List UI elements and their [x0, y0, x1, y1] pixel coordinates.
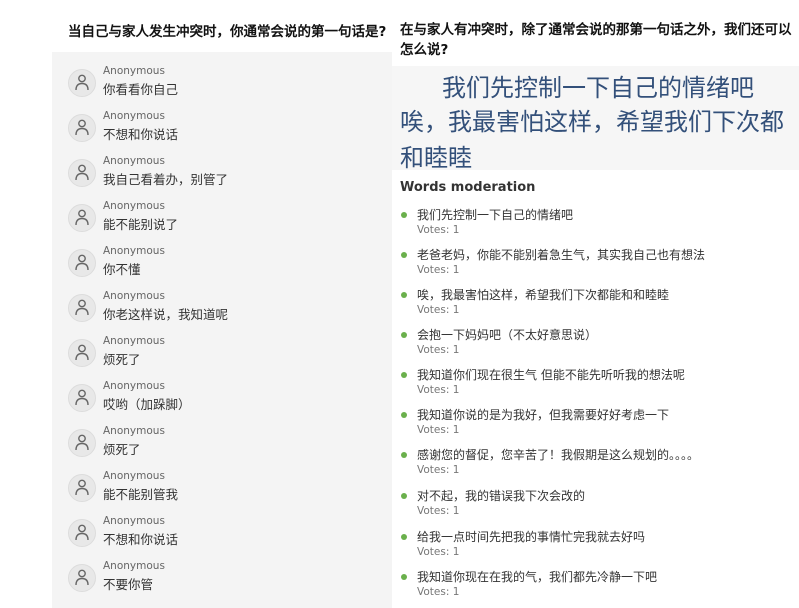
moderation-item[interactable]: 我知道你们现在很生气 但能不能先听听我的想法呢 Votes: 1: [400, 366, 795, 404]
response-author: Anonymous: [103, 425, 165, 437]
bullet-dot-icon: [401, 332, 407, 338]
user-icon: [68, 564, 96, 592]
response-author: Anonymous: [103, 155, 165, 167]
response-author: Anonymous: [103, 290, 165, 302]
moderation-text: 感谢您的督促，您辛苦了！我假期是这么规划的。。。。: [417, 448, 700, 462]
section-heading: Words moderation: [400, 180, 536, 195]
user-icon: [68, 159, 96, 187]
response-text: 能不能别说了: [103, 217, 179, 232]
response-author: Anonymous: [103, 245, 165, 257]
user-icon: [68, 429, 96, 457]
moderation-item[interactable]: 老爸老妈，你能不能别着急生气，其实我自己也有想法 Votes: 1: [400, 246, 795, 284]
response-author: Anonymous: [103, 65, 165, 77]
response-text: 烦死了: [103, 442, 141, 457]
moderation-text: 唉，我最害怕这样，希望我们下次都能和和睦睦: [417, 288, 670, 302]
moderation-text: 我知道你说的是为我好，但我需要好好考虑一下: [417, 408, 670, 422]
bullet-dot-icon: [401, 372, 407, 378]
word-cloud-phrase: 我们先控制一下自己的情绪吧: [442, 74, 754, 102]
vote-count: Votes: 1: [417, 264, 460, 276]
user-icon: [68, 114, 96, 142]
moderation-item[interactable]: 我知道你现在在我的气，我们都先冷静一下吧 Votes: 1: [400, 568, 795, 606]
response-list[interactable]: Anonymous 你看看你自己 Anonymous 不想和你说话 Anonym…: [52, 52, 392, 608]
response-text: 你老这样说，我知道呢: [103, 307, 229, 322]
moderation-text: 会抱一下妈妈吧（不太好意思说）: [417, 328, 598, 342]
vote-count: Votes: 1: [417, 505, 460, 517]
response-author: Anonymous: [103, 110, 165, 122]
moderation-item[interactable]: 会抱一下妈妈吧（不太好意思说） Votes: 1: [400, 326, 795, 364]
bullet-dot-icon: [401, 212, 407, 218]
moderation-text: 对不起，我的错误我下次会改的: [417, 489, 586, 503]
moderation-text: 给我一点时间先把我的事情忙完我就去好吗: [417, 530, 646, 544]
bullet-dot-icon: [401, 452, 407, 458]
response-author: Anonymous: [103, 200, 165, 212]
moderation-item[interactable]: 唉，我最害怕这样，希望我们下次都能和和睦睦 Votes: 1: [400, 286, 795, 324]
vote-count: Votes: 1: [417, 304, 460, 316]
response-text: 能不能别管我: [103, 487, 179, 502]
user-icon: [68, 69, 96, 97]
vote-count: Votes: 1: [417, 546, 460, 558]
bullet-dot-icon: [401, 252, 407, 258]
moderation-item[interactable]: 我们先控制一下自己的情绪吧 Votes: 1: [400, 206, 795, 244]
response-text: 哎哟（加跺脚）: [103, 397, 191, 412]
response-author: Anonymous: [103, 380, 165, 392]
bullet-dot-icon: [401, 574, 407, 580]
moderation-item[interactable]: 给我一点时间先把我的事情忙完我就去好吗 Votes: 1: [400, 528, 795, 566]
word-cloud-phrase: 和睦睦: [400, 144, 472, 172]
right-panel: 在与家人有冲突时，除了通常会说的那第一句话之外，我们还可以怎么说? 我们先控制一…: [392, 0, 799, 608]
response-author: Anonymous: [103, 470, 165, 482]
moderation-text: 我们先控制一下自己的情绪吧: [417, 208, 574, 222]
user-icon: [68, 339, 96, 367]
moderation-item[interactable]: 对不起，我的错误我下次会改的 Votes: 1: [400, 487, 795, 525]
response-text: 不想和你说话: [103, 532, 179, 547]
bullet-dot-icon: [401, 493, 407, 499]
vote-count: Votes: 1: [417, 424, 460, 436]
bullet-dot-icon: [401, 534, 407, 540]
vote-count: Votes: 1: [417, 224, 460, 236]
vote-count: Votes: 1: [417, 464, 460, 476]
question-title-right: 在与家人有冲突时，除了通常会说的那第一句话之外，我们还可以怎么说?: [400, 22, 792, 58]
vote-count: Votes: 1: [417, 586, 460, 598]
response-author: Anonymous: [103, 560, 165, 572]
response-text: 烦死了: [103, 352, 141, 367]
vote-count: Votes: 1: [417, 384, 460, 396]
moderation-text: 老爸老妈，你能不能别着急生气，其实我自己也有想法: [417, 248, 706, 262]
moderation-text: 我知道你们现在很生气 但能不能先听听我的想法呢: [417, 368, 685, 382]
user-icon: [68, 384, 96, 412]
vote-count: Votes: 1: [417, 344, 460, 356]
question-title-left: 当自己与家人发生冲突时，你通常会说的第一句话是?: [68, 24, 387, 40]
word-cloud: 我们先控制一下自己的情绪吧 唉，我最害怕这样，希望我们下次都 和睦睦: [392, 66, 799, 172]
response-text: 不要你管: [103, 577, 154, 592]
bullet-dot-icon: [401, 292, 407, 298]
response-text: 不想和你说话: [103, 127, 179, 142]
response-author: Anonymous: [103, 335, 165, 347]
user-icon: [68, 294, 96, 322]
moderation-item[interactable]: 感谢您的督促，您辛苦了！我假期是这么规划的。。。。 Votes: 1: [400, 446, 795, 484]
response-text: 你不懂: [103, 262, 141, 277]
user-icon: [68, 204, 96, 232]
left-panel: 当自己与家人发生冲突时，你通常会说的第一句话是? Anonymous 你看看你自…: [0, 0, 392, 608]
user-icon: [68, 519, 96, 547]
moderation-item[interactable]: 我知道你说的是为我好，但我需要好好考虑一下 Votes: 1: [400, 406, 795, 444]
bullet-dot-icon: [401, 412, 407, 418]
response-text: 你看看你自己: [103, 82, 179, 97]
user-icon: [68, 474, 96, 502]
moderation-text: 我知道你现在在我的气，我们都先冷静一下吧: [417, 570, 658, 584]
word-cloud-phrase: 唉，我最害怕这样，希望我们下次都: [400, 108, 784, 136]
user-icon: [68, 249, 96, 277]
response-text: 我自己看着办，别管了: [103, 172, 229, 187]
response-author: Anonymous: [103, 515, 165, 527]
